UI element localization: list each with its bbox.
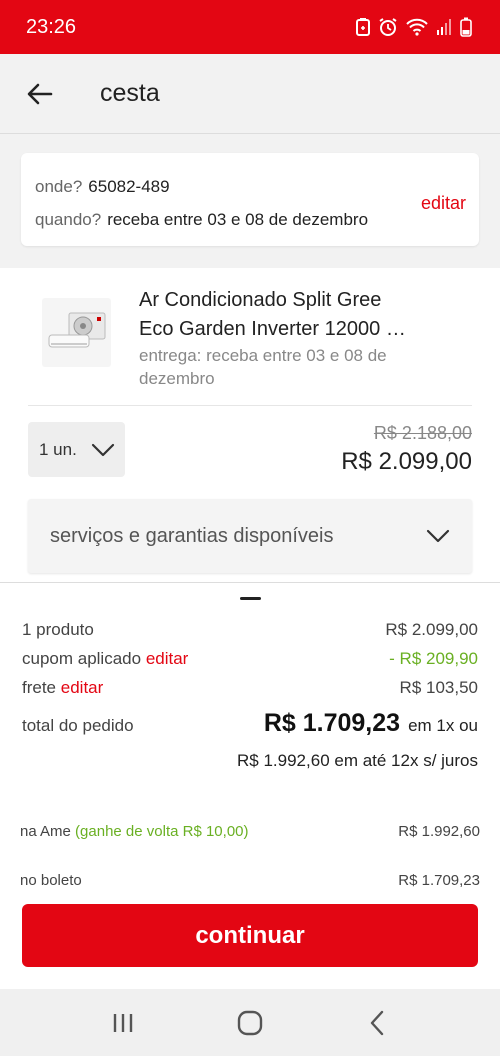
products-label: 1 produto [22,620,94,639]
page-title: cesta [100,79,160,107]
when-label: quando? [35,210,102,229]
total-value: R$ 1.709,23 [263,709,401,737]
chevron-left-icon [370,1010,383,1035]
arrow-left-icon [27,83,53,104]
ame-value: R$ 1.992,60 [398,823,480,840]
products-value: R$ 2.099,00 [385,620,478,639]
status-time: 23:26 [26,15,77,38]
status-bar: 23:26 [0,0,500,54]
edit-delivery-link[interactable]: editar [421,193,466,214]
boleto-payment-row: no boleto R$ 1.709,23 [20,872,480,889]
wifi-icon [406,18,428,36]
when-value: receba entre 03 e 08 de dezembro [107,210,369,229]
delivery-when: quando? receba entre 03 e 08 de dezembro [35,210,368,230]
back-button[interactable] [10,64,70,124]
product-name[interactable]: Ar Condicionado Split Gree Eco Garden In… [139,286,459,344]
recent-apps-icon [114,1013,133,1032]
summary-shipping-row: frete editar R$ 103,50 [22,678,478,698]
battery-icon [460,17,472,37]
quantity-select[interactable]: 1 un. [28,422,125,477]
system-nav-bar [0,989,500,1056]
app-header: cesta [0,54,500,134]
old-price: R$ 2.188,00 [373,423,472,443]
ame-label: na Ame [20,823,71,840]
product-item: Ar Condicionado Split Gree Eco Garden In… [0,268,500,582]
edit-shipping-link[interactable]: editar [61,678,104,697]
status-icons [356,17,472,37]
summary-total-row: total do pedido R$ 1.709,23 em 1x ou [22,709,478,738]
where-value: 65082-489 [88,177,170,196]
ame-cashback: (ganhe de volta R$ 10,00) [75,823,249,840]
signal-icon [437,19,451,35]
quantity-value: 1 un. [39,439,77,459]
alarm-icon [379,18,397,36]
product-image[interactable] [42,298,111,367]
delivery-where: onde? 65082-489 [35,177,170,197]
chevron-down-icon [91,443,114,456]
where-label: onde? [35,177,83,196]
coupon-value: - R$ 209,90 [389,649,478,668]
product-name-line2: Eco Garden Inverter 12000 … [139,318,406,340]
edit-coupon-link[interactable]: editar [146,649,189,668]
summary-products-row: 1 produto R$ 2.099,00 [22,620,478,640]
continue-button[interactable]: continuar [22,904,478,967]
shipping-value: R$ 103,50 [399,678,478,697]
installments-text: R$ 1.992,60 em até 12x s/ juros [237,751,478,770]
coupon-label: cupom aplicado [22,649,142,668]
services-dropdown[interactable]: serviços e garantias disponíveis [28,499,472,573]
battery-saver-icon [356,18,370,36]
services-label: serviços e garantias disponíveis [50,524,334,547]
total-suffix: em 1x ou [408,716,478,735]
divider [28,405,472,406]
recent-apps-button[interactable] [93,998,153,1048]
air-conditioner-image [48,312,105,347]
shipping-label: frete [22,678,57,697]
delivery-card: onde? 65082-489 quando? receba entre 03 e … [21,153,479,246]
boleto-label: no boleto [20,872,82,889]
drag-handle[interactable] [240,597,261,600]
boleto-value: R$ 1.709,23 [398,872,480,889]
ame-payment-row: na Ame (ganhe de volta R$ 10,00) R$ 1.99… [20,823,480,840]
product-delivery: entrega: receba entre 03 e 08 de dezembr… [139,346,387,388]
chevron-down-icon [426,529,450,543]
total-label: total do pedido [22,716,134,735]
home-button[interactable] [220,998,280,1048]
home-icon [237,1010,263,1035]
product-name-line1: Ar Condicionado Split Gree [139,289,382,311]
back-nav-button[interactable] [347,998,407,1048]
summary-coupon-row: cupom aplicado editar - R$ 209,90 [22,649,478,669]
product-price: R$ 2.099,00 [341,448,472,475]
